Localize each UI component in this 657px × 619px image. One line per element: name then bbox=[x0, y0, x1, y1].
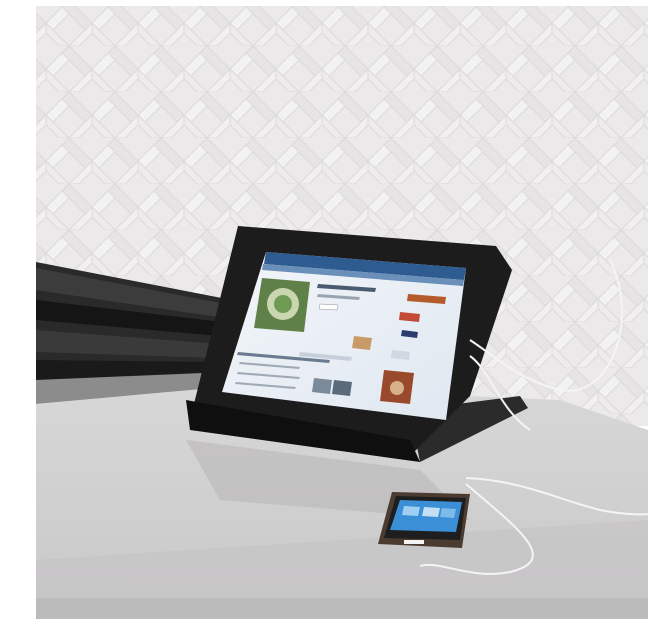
kitchen-photo bbox=[0, 0, 657, 619]
iphone bbox=[378, 492, 470, 548]
